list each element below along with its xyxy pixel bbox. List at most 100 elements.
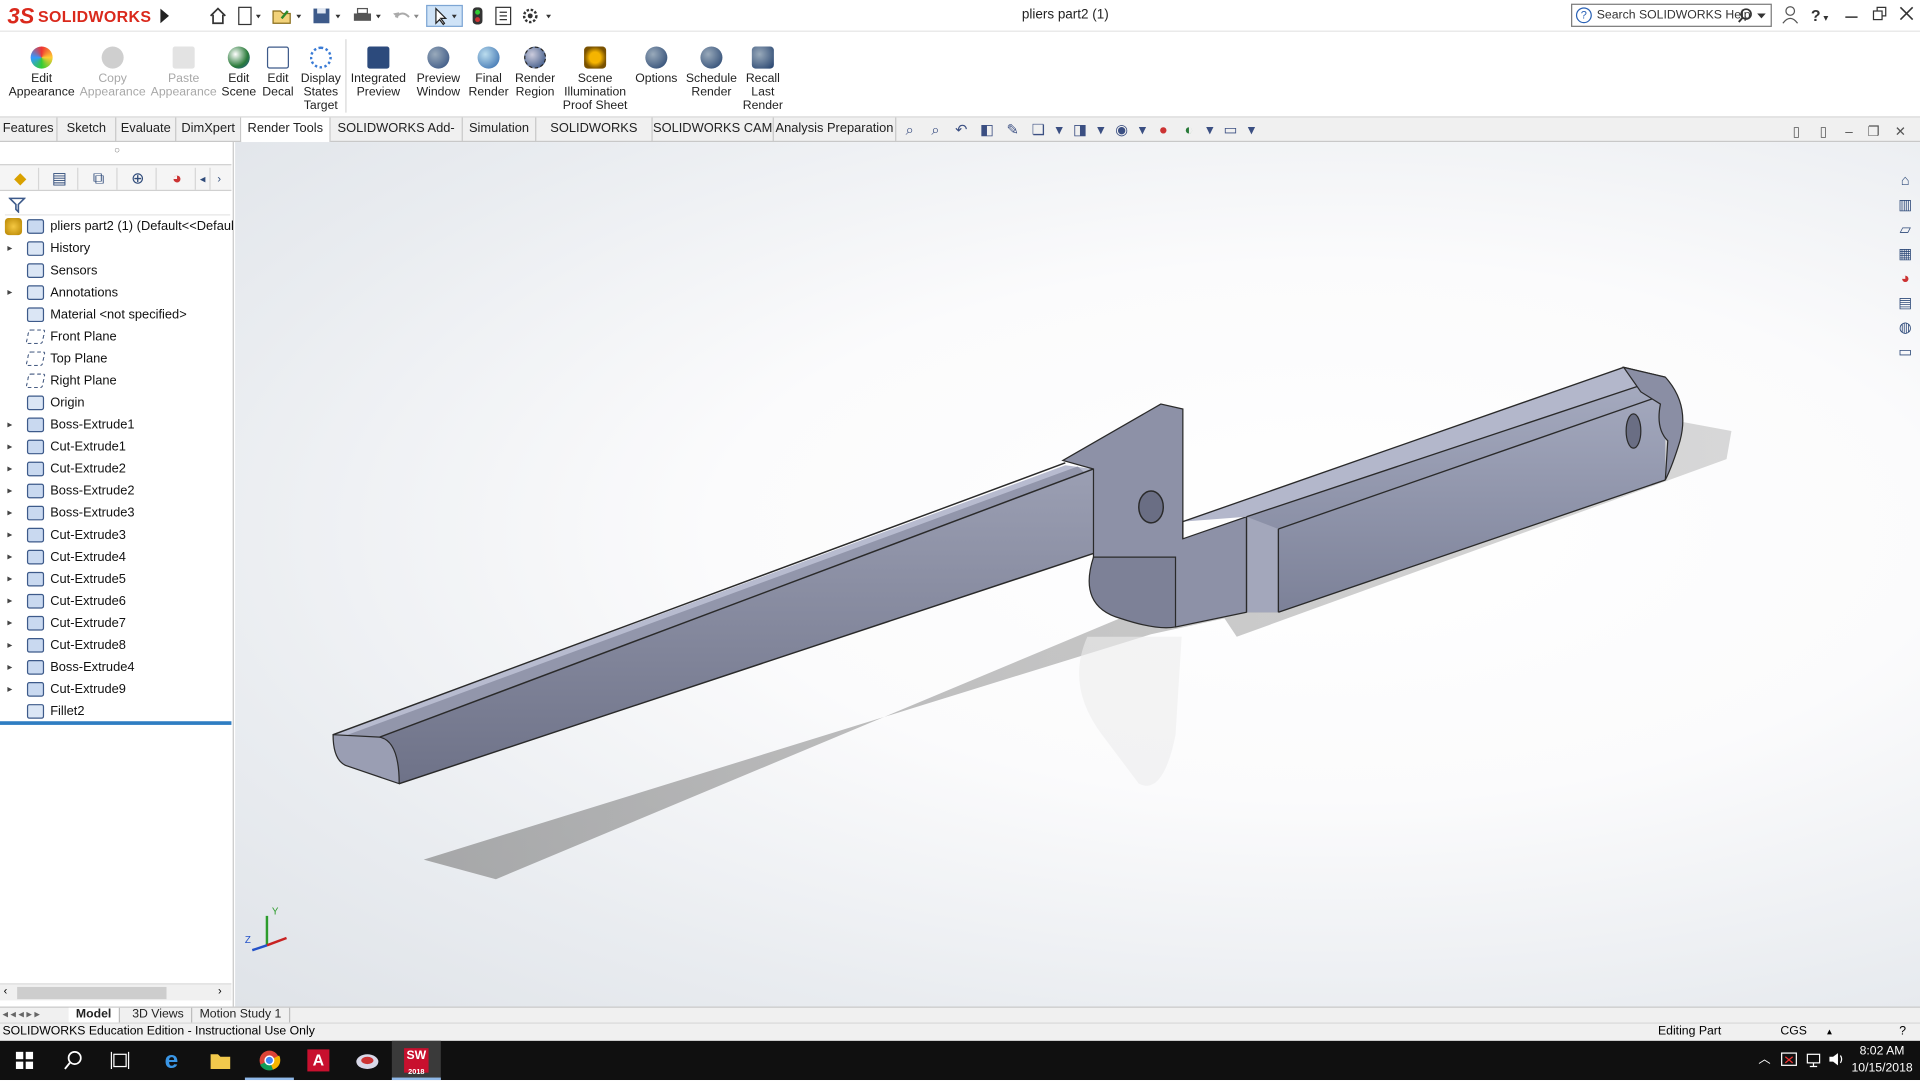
property-manager-tab-icon[interactable]: ▤ [42,167,79,190]
render-options-button[interactable]: Options [634,46,678,86]
tree-item-right-plane[interactable]: Right Plane [0,370,234,392]
select-icon[interactable] [426,4,463,27]
expand-arrow-icon[interactable]: ▸ [7,612,17,634]
rollback-bar[interactable] [0,721,232,725]
display-manager-tab-icon[interactable]: ◕ [159,167,196,190]
expand-arrow-icon[interactable]: ▸ [7,458,17,480]
expand-arrow-icon[interactable]: ▸ [7,568,17,590]
integrated-preview-button[interactable]: Integrated Preview [350,46,406,99]
expand-arrow-icon[interactable]: ▸ [7,282,17,304]
view-palette-icon[interactable]: ▦ [1893,242,1917,264]
view-orientation-icon[interactable]: ❏ [1027,120,1049,140]
tree-item-cut-extrude8[interactable]: ▸ Cut-Extrude8 [0,634,234,656]
task-view-icon[interactable] [96,1041,145,1080]
tab-features[interactable]: Features [0,117,58,143]
tree-item-cut-extrude4[interactable]: ▸ Cut-Extrude4 [0,546,234,568]
expand-arrow-icon[interactable]: ▸ [7,480,17,502]
apply-scene-icon[interactable]: ◐ [1178,120,1200,140]
expand-arrow-icon[interactable]: ▸ [7,414,17,436]
undo-icon[interactable] [389,5,423,27]
taskbar-search-icon[interactable] [49,1041,98,1080]
tab-model[interactable]: Model [68,1007,120,1024]
section-view-icon[interactable]: ◧ [976,120,998,140]
expand-arrow-icon[interactable]: ▸ [7,678,17,700]
tree-item-material-not-specified[interactable]: Material <not specified> [0,304,234,326]
feature-tree-scrollbar[interactable]: ‹ › [0,983,232,1001]
dimxpert-manager-tab-icon[interactable]: ⊕ [120,167,157,190]
menu-expand-icon[interactable] [157,6,172,26]
tree-root-part[interactable]: pliers part2 (1) (Default<<Default> [0,216,234,238]
display-style-icon[interactable]: ◨ [1069,120,1091,140]
custom-properties-icon[interactable]: ▤ [1893,291,1917,313]
rebuild-icon[interactable] [468,5,488,27]
print-icon[interactable] [350,5,387,27]
tree-item-cut-extrude9[interactable]: ▸ Cut-Extrude9 [0,678,234,700]
tab-evaluate[interactable]: Evaluate [116,117,177,143]
scrollbar-thumb[interactable] [17,986,167,1000]
tree-item-front-plane[interactable]: Front Plane [0,326,234,348]
tree-item-origin[interactable]: Origin [0,392,234,414]
tree-item-cut-extrude1[interactable]: ▸ Cut-Extrude1 [0,436,234,458]
tab-solidworks-mbd[interactable]: SOLIDWORKS MBD [536,117,653,159]
open-icon[interactable] [269,5,306,27]
tree-item-annotations[interactable]: ▸ Annotations [0,282,234,304]
tab-solidworks-cam[interactable]: SOLIDWORKS CAM [653,117,774,143]
hide-show-dropdown-icon[interactable]: ▾ [1136,120,1148,140]
adobe-acrobat-icon[interactable]: A [294,1041,343,1080]
expand-arrow-icon[interactable]: ▸ [7,238,17,260]
expand-arrow-icon[interactable]: ▸ [7,546,17,568]
expand-arrow-icon[interactable]: ▸ [7,524,17,546]
tray-expand-icon[interactable]: ︿ [1758,1052,1770,1069]
graphics-area[interactable]: Y Z [235,142,1920,1007]
save-icon[interactable] [310,5,347,27]
new-document-icon[interactable] [235,5,264,27]
tab-dimxpert[interactable]: DimXpert [176,117,242,143]
edit-decal-button[interactable]: Edit Decal [260,46,297,99]
viewport-restore-icon[interactable]: ❐ [1865,124,1882,141]
units-selector[interactable]: CGS [1780,1024,1807,1041]
tree-item-cut-extrude5[interactable]: ▸ Cut-Extrude5 [0,568,234,590]
edit-appearance-view-icon[interactable]: ● [1152,120,1174,140]
solidworks-taskbar-icon[interactable]: SW 2018 [391,1040,441,1081]
clock[interactable]: 8:02 AM 10/15/2018 [1851,1043,1912,1077]
render-region-button[interactable]: Render Region [514,46,556,99]
app-taskbar-icon[interactable] [343,1041,392,1080]
tabs-scroll-left-icon[interactable]: ◂ [196,167,211,190]
copy-appearance-button[interactable]: Copy Appearance [80,46,146,99]
scroll-right-icon[interactable]: › [218,984,222,996]
schedule-render-button[interactable]: Schedule Render [686,46,737,99]
zoom-to-fit-icon[interactable]: ⌕ [899,120,921,140]
tab-render-tools[interactable]: Render Tools [241,117,331,143]
edit-scene-button[interactable]: Edit Scene [220,46,257,99]
solidworks-logo[interactable]: 3S SOLIDWORKS [7,2,151,29]
configuration-manager-tab-icon[interactable]: ⧉ [81,167,118,190]
tab-nav-arrows-icon[interactable]: ◂◂◂▸▸ [2,1008,42,1021]
expand-arrow-icon[interactable]: ▸ [7,436,17,458]
feature-filter[interactable] [4,193,231,216]
status-help-icon[interactable]: ? [1899,1024,1906,1041]
user-icon[interactable] [1779,5,1801,27]
preview-window-button[interactable]: Preview Window [414,46,463,99]
tree-item-cut-extrude3[interactable]: ▸ Cut-Extrude3 [0,524,234,546]
help-menu-icon[interactable]: ? ▾ [1805,5,1834,27]
view-orientation-dropdown-icon[interactable]: ▾ [1053,120,1065,140]
tree-item-boss-extrude4[interactable]: ▸ Boss-Extrude4 [0,656,234,678]
restore-icon[interactable] [1869,5,1891,27]
final-render-button[interactable]: Final Render [468,46,510,99]
search-dropdown-icon[interactable] [1756,7,1768,27]
minimize-icon[interactable] [1840,5,1862,27]
network-icon[interactable] [1805,1051,1822,1074]
tab-simulation[interactable]: Simulation [463,117,537,143]
previous-view-icon[interactable]: ↶ [950,120,972,140]
display-states-target-button[interactable]: Display States Target [299,46,343,113]
design-library-icon[interactable]: ▥ [1893,193,1917,215]
tabs-scroll-right-icon[interactable]: › [211,168,228,190]
solidworks-forum-icon[interactable]: ◍ [1893,316,1917,338]
dynamic-annotation-icon[interactable]: ✎ [1002,120,1024,140]
file-properties-icon[interactable] [492,5,514,27]
tree-item-history[interactable]: ▸ History [0,238,234,260]
expand-arrow-icon[interactable]: ▸ [7,502,17,524]
scene-illumination-proof-sheet-button[interactable]: Scene Illumination Proof Sheet [561,46,630,113]
display-style-dropdown-icon[interactable]: ▾ [1095,120,1107,140]
hide-show-items-icon[interactable]: ◉ [1111,120,1133,140]
